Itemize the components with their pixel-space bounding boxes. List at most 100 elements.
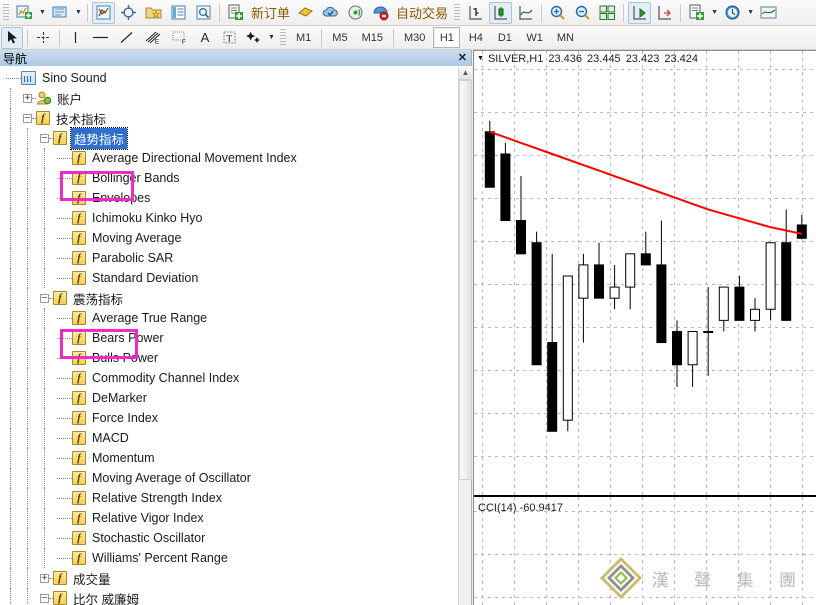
indicators-caret[interactable]: ▼ [709, 2, 720, 24]
close-icon[interactable]: ✕ [458, 50, 467, 66]
tree-item-standard-deviation[interactable]: fStandard Deviation [0, 268, 458, 288]
tree-root-sino-sound[interactable]: Sino Sound [0, 68, 458, 88]
crosshair-tool[interactable] [32, 27, 55, 49]
bar-chart-button[interactable] [464, 2, 487, 24]
tile-windows-button[interactable] [596, 2, 619, 24]
new-chart-button[interactable] [13, 2, 36, 24]
new-order-button[interactable] [224, 2, 247, 24]
new-chart-caret[interactable]: ▼ [37, 2, 48, 24]
tree-item-parabolic-sar[interactable]: fParabolic SAR [0, 248, 458, 268]
tree-item-trend-indicators[interactable]: –f趋势指标 [0, 128, 458, 148]
tree-item-average-true-range[interactable]: fAverage True Range [0, 308, 458, 328]
timeframe-m1[interactable]: M1 [290, 27, 317, 48]
timeframe-h1[interactable]: H1 [433, 27, 460, 48]
zoom-out-button[interactable] [571, 2, 594, 24]
navigator-button[interactable] [142, 2, 165, 24]
market-watch-button[interactable] [92, 2, 115, 24]
chart-profiles-caret[interactable]: ▼ [73, 2, 84, 24]
collapse-icon[interactable]: – [23, 114, 32, 123]
chart-window[interactable]: ▼ SILVER,H1 23.436 23.445 23.423 23.424 … [473, 50, 816, 605]
signals-button[interactable] [344, 2, 367, 24]
metaeditor-button[interactable] [294, 2, 317, 24]
periods-button[interactable] [721, 2, 744, 24]
terminal-button[interactable] [167, 2, 190, 24]
toolbar-grip-2[interactable] [454, 4, 460, 22]
text-label-tool[interactable]: T [218, 27, 240, 49]
expand-icon[interactable]: + [40, 574, 49, 583]
toolbar-separator-2 [219, 4, 220, 22]
tree-item-force-index[interactable]: fForce Index [0, 408, 458, 428]
tree-item-williams-percent-range[interactable]: fWilliams' Percent Range [0, 548, 458, 568]
auto-trading-label[interactable]: 自动交易 [393, 3, 451, 22]
line-chart-button[interactable] [514, 2, 537, 24]
tree-item-moving-average[interactable]: fMoving Average [0, 228, 458, 248]
data-window-button[interactable] [117, 2, 140, 24]
toolbar-grip[interactable] [3, 4, 9, 22]
tree-item-bollinger-bands[interactable]: fBollinger Bands [0, 168, 458, 188]
tree-item-relative-strength-index[interactable]: fRelative Strength Index [0, 488, 458, 508]
function-icon: f [72, 331, 86, 345]
tree-item-envelopes[interactable]: fEnvelopes [0, 188, 458, 208]
scrollbar-thumb[interactable] [459, 80, 472, 480]
tree-item-macd[interactable]: fMACD [0, 428, 458, 448]
tree-item-commodity-channel-index[interactable]: fCommodity Channel Index [0, 368, 458, 388]
timeframe-w1[interactable]: W1 [520, 27, 549, 48]
auto-scroll-button[interactable] [628, 2, 651, 24]
scroll-up-icon[interactable]: ▲ [459, 66, 472, 80]
fibonacci-tool[interactable]: E [140, 27, 165, 49]
cursor-tool[interactable] [1, 27, 23, 49]
tree-item-stochastic-oscillator[interactable]: fStochastic Oscillator [0, 528, 458, 548]
vertical-line-icon [68, 30, 83, 45]
new-order-label[interactable]: 新订单 [248, 3, 293, 22]
timeframe-m15[interactable]: M15 [356, 27, 389, 48]
tree-item-volumes[interactable]: +f成交量 [0, 568, 458, 588]
strategy-tester-button[interactable] [192, 2, 215, 24]
navigator-scrollbar[interactable]: ▲ [458, 66, 471, 605]
candlestick-chart-button[interactable] [489, 2, 512, 24]
chart-shift-button[interactable] [653, 2, 676, 24]
function-icon: f [72, 411, 86, 425]
collapse-icon[interactable]: – [40, 294, 49, 303]
expand-icon[interactable]: + [23, 94, 32, 103]
expert-advisors-button[interactable] [319, 2, 342, 24]
timeframe-d1[interactable]: D1 [491, 27, 518, 48]
function-icon: f [72, 191, 86, 205]
shapes-caret[interactable]: ▼ [266, 27, 277, 49]
navigator-tree[interactable]: Sino Sound+账户–f技术指标–f趋势指标fAverage Direct… [0, 66, 458, 605]
vertical-line-tool[interactable] [64, 27, 86, 49]
tree-item-bears-power[interactable]: fBears Power [0, 328, 458, 348]
tree-item-demarker[interactable]: fDeMarker [0, 388, 458, 408]
timeframe-m5[interactable]: M5 [326, 27, 353, 48]
tree-item-technical-indicators[interactable]: –f技术指标 [0, 108, 458, 128]
tree-item-bill-williams[interactable]: –f比尔 威廉姆 [0, 588, 458, 605]
shapes-tool[interactable] [242, 27, 265, 49]
periods-caret[interactable]: ▼ [745, 2, 756, 24]
templates-button[interactable] [757, 2, 780, 24]
tree-indent [0, 398, 57, 399]
collapse-icon[interactable]: – [40, 594, 49, 603]
zoom-in-button[interactable] [546, 2, 569, 24]
tree-item-ichimoku-kinko-hyo[interactable]: fIchimoku Kinko Hyo [0, 208, 458, 228]
tree-item-relative-vigor-index[interactable]: fRelative Vigor Index [0, 508, 458, 528]
tree-item-bulls-power[interactable]: fBulls Power [0, 348, 458, 368]
tree-indent [0, 378, 57, 379]
tree-item-oscillators[interactable]: –f震荡指标 [0, 288, 458, 308]
tree-item-moving-average-of-oscillator[interactable]: fMoving Average of Oscillator [0, 468, 458, 488]
channel-tool[interactable]: F [167, 27, 192, 49]
tree-item-accounts[interactable]: +账户 [0, 88, 458, 108]
indicators-button[interactable] [685, 2, 708, 24]
timeframe-mn[interactable]: MN [551, 27, 580, 48]
timeframe-h4[interactable]: H4 [462, 27, 489, 48]
horizontal-line-tool[interactable] [88, 27, 113, 49]
tree-item-momentum[interactable]: fMomentum [0, 448, 458, 468]
text-tool[interactable]: A [194, 27, 216, 49]
autotrading-toggle[interactable] [369, 2, 392, 24]
trendline-tool[interactable] [115, 27, 138, 49]
timeframe-grip[interactable] [280, 29, 286, 47]
timeframe-m30[interactable]: M30 [398, 27, 431, 48]
chevron-down-icon[interactable]: ▼ [477, 55, 484, 62]
tree-item-average-directional-movement-index[interactable]: fAverage Directional Movement Index [0, 148, 458, 168]
function-icon: f [72, 171, 86, 185]
collapse-icon[interactable]: – [40, 134, 49, 143]
chart-profiles-button[interactable] [49, 2, 72, 24]
